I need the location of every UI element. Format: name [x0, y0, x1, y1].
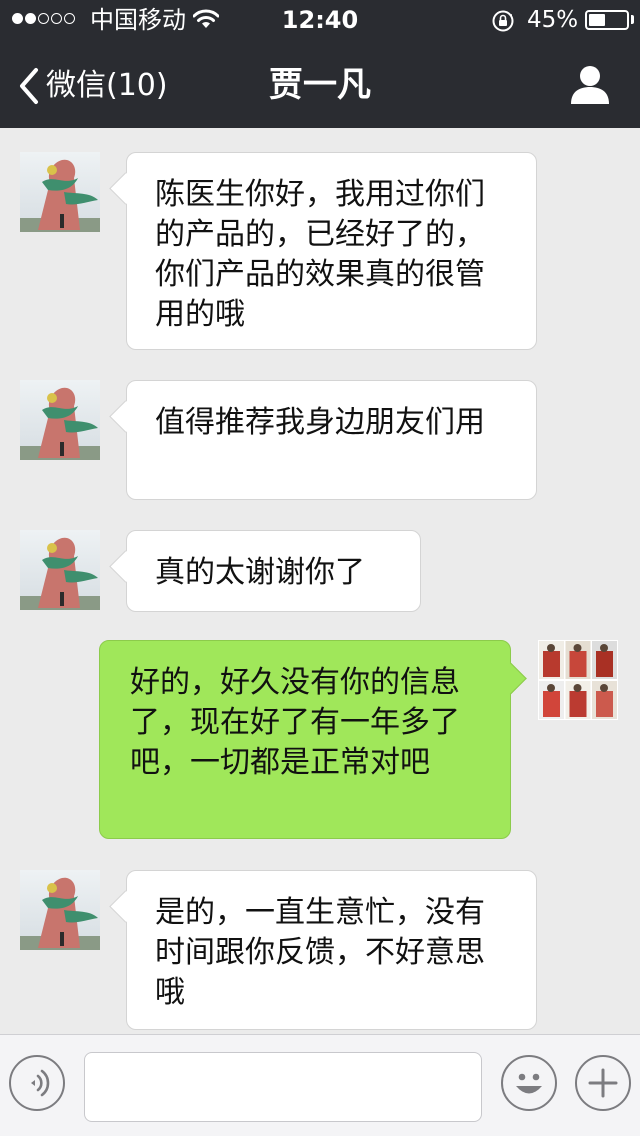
contact-avatar[interactable]: [20, 380, 100, 460]
back-label: 微信(10): [46, 68, 168, 103]
chat-area[interactable]: 陈医生你好，我用过你们 的产品的，已经好了的， 你们产品的效果真的很管 用的哦值…: [0, 128, 640, 1034]
outgoing-message-bubble[interactable]: 好的，好久没有你的信息 了，现在好了有一年多了 吧，一切都是正常对吧: [99, 640, 511, 839]
message-text: 真的太谢谢你了: [155, 555, 365, 590]
voice-input-button[interactable]: [9, 1055, 65, 1111]
status-bar: 中国移动 12:40 45%: [0, 0, 640, 40]
emoji-icon: [516, 1073, 542, 1094]
message-text: 陈医生你好，我用过你们 的产品的，已经好了的， 你们产品的效果真的很管 用的哦: [155, 177, 485, 332]
plus-icon: [588, 1068, 618, 1098]
battery-percentage: 45%: [527, 7, 579, 33]
message-text: 好的，好久没有你的信息 了，现在好了有一年多了 吧，一切都是正常对吧: [130, 665, 460, 780]
voice-icon: [31, 1069, 50, 1097]
incoming-message-bubble[interactable]: 陈医生你好，我用过你们 的产品的，已经好了的， 你们产品的效果真的很管 用的哦: [126, 152, 537, 350]
contact-avatar[interactable]: [20, 530, 100, 610]
header: 中国移动 12:40 45% 微信(10) 贾一凡: [0, 0, 640, 128]
contact-name: 贾一凡: [269, 65, 371, 105]
message-input[interactable]: [84, 1052, 482, 1122]
battery-level-fill: [589, 14, 606, 26]
contact-avatar[interactable]: [20, 870, 100, 950]
incoming-message-bubble[interactable]: 值得推荐我身边朋友们用: [126, 380, 537, 500]
rotation-lock-icon: [492, 10, 514, 32]
contact-avatar[interactable]: [20, 152, 100, 232]
more-button[interactable]: [575, 1055, 631, 1111]
input-bar: [0, 1034, 640, 1136]
chevron-left-icon: [20, 68, 38, 104]
person-icon[interactable]: [568, 64, 612, 106]
message-text: 值得推荐我身边朋友们用: [155, 405, 485, 440]
incoming-message-bubble[interactable]: 真的太谢谢你了: [126, 530, 421, 612]
incoming-message-bubble[interactable]: 是的，一直生意忙，没有 时间跟你反馈，不好意思 哦: [126, 870, 537, 1030]
message-text: 是的，一直生意忙，没有 时间跟你反馈，不好意思 哦: [155, 895, 485, 1010]
battery-icon: [585, 10, 629, 30]
battery-tip: [631, 15, 634, 24]
my-avatar[interactable]: [538, 640, 618, 720]
back-button[interactable]: 微信(10): [18, 64, 168, 108]
emoji-button[interactable]: [501, 1055, 557, 1111]
